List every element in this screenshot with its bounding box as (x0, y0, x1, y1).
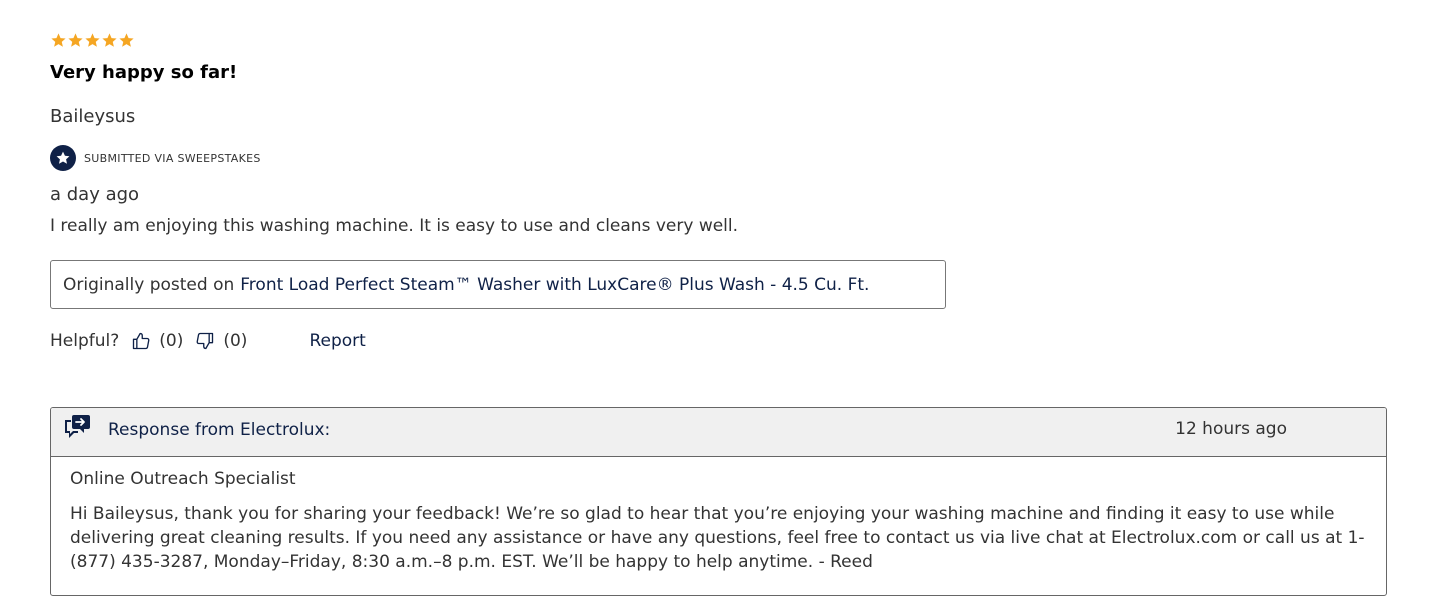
review-date: a day ago (50, 184, 140, 205)
report-link[interactable]: Report (309, 331, 365, 351)
response-from: Response from Electrolux: (108, 420, 331, 440)
helpful-no-button[interactable]: (0) (195, 331, 247, 351)
review-card: Very happy so far! Baileysus SUBMITTED V… (50, 0, 1390, 612)
brand-response: Response from Electrolux: 12 hours ago O… (50, 407, 1387, 596)
star-icon (50, 145, 76, 171)
response-text: Hi Baileysus, thank you for sharing your… (70, 504, 1365, 572)
sweepstakes-badge: SUBMITTED VIA SWEEPSTAKES (50, 145, 261, 171)
response-header: Response from Electrolux: 12 hours ago (51, 408, 1386, 457)
star-icon (102, 33, 117, 47)
helpful-yes-count: (0) (159, 331, 184, 351)
star-icon (119, 33, 134, 47)
chat-reply-icon (62, 414, 92, 442)
helpful-label: Helpful? (50, 331, 120, 351)
response-body: Online Outreach Specialist Hi Baileysus,… (51, 457, 1386, 574)
star-icon (51, 33, 66, 47)
badge-text: SUBMITTED VIA SWEEPSTAKES (84, 151, 261, 165)
thumbs-down-icon (196, 332, 214, 350)
review-author: Baileysus (50, 106, 136, 127)
thumbs-up-icon (133, 332, 150, 350)
originally-posted-box: Originally posted on Front Load Perfect … (50, 260, 946, 309)
response-time: 12 hours ago (1175, 419, 1287, 439)
review-body: I really am enjoying this washing machin… (50, 216, 739, 236)
helpful-no-count: (0) (223, 331, 248, 351)
originally-posted-label: Originally posted on (63, 274, 235, 295)
response-role: Online Outreach Specialist (70, 469, 296, 489)
star-rating (50, 32, 135, 49)
product-link[interactable]: Front Load Perfect Steam™ Washer with Lu… (240, 275, 869, 295)
helpful-row: Helpful? (0) (0) Report (50, 331, 366, 351)
review-title: Very happy so far! (50, 62, 238, 83)
star-icon (68, 33, 83, 47)
helpful-yes-button[interactable]: (0) (131, 331, 183, 351)
star-icon (85, 33, 100, 47)
